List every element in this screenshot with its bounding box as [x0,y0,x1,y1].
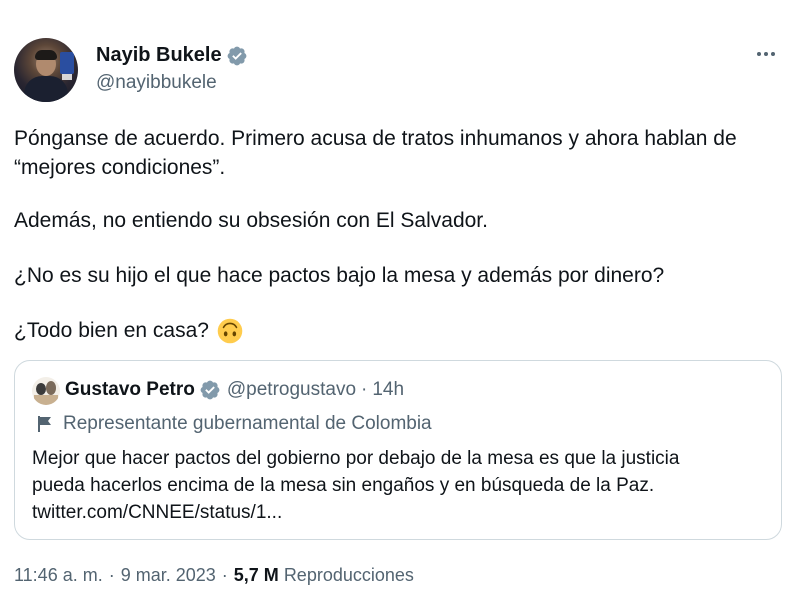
verified-badge-icon [227,46,247,65]
quoted-tweet-header: Gustavo Petro @petrogustavo · 14h [65,379,404,401]
tweet-text-paragraph-4: ¿Todo bien en casa? [14,319,209,342]
quoted-text-line: Mejor que hacer pactos del gobierno por … [32,448,680,469]
tweet-text-paragraph-4-row: ¿Todo bien en casa? [14,316,243,345]
more-horizontal-icon[interactable] [754,42,778,66]
government-affiliation-text: Representante gubernamental de Colombia [63,413,432,434]
quoted-text-line: pueda hacerlos encima de la mesa sin eng… [32,475,655,496]
tweet-time[interactable]: 11:46 a. m. [14,565,103,586]
separator-dot: · [221,565,228,585]
author-avatar[interactable] [14,38,78,102]
upside-down-face-emoji-icon [217,318,243,343]
flag-icon [38,416,51,432]
tweet-text-paragraph-1: Pónganse de acuerdo. Primero acusa de tr… [14,127,737,179]
quoted-tweet-text: Mejor que hacer pactos del gobierno por … [32,445,772,526]
views-label: Reproducciones [283,565,414,585]
quoted-tweet-time[interactable]: 14h [372,379,404,401]
quoted-author-display-name[interactable]: Gustavo Petro [65,379,195,401]
quoted-author-avatar[interactable] [32,377,60,405]
author-name-row: Nayib Bukele [96,44,248,67]
quoted-link[interactable]: twitter.com/CNNEE/status/1... [32,499,772,526]
tweet-footer: 11:46 a. m. · 9 mar. 2023 · 5,7 M Reprod… [14,565,414,586]
author-display-name[interactable]: Nayib Bukele [96,44,222,67]
tweet-text-paragraph-2: Además, no entiendo su obsesión con El S… [14,209,488,232]
separator-dot: · [108,565,115,585]
separator-dot: · [361,379,368,400]
quoted-tweet[interactable]: Gustavo Petro @petrogustavo · 14h Repres… [14,360,782,540]
verified-badge-icon [200,380,220,400]
views-count[interactable]: 5,7 M [234,565,279,586]
author-handle[interactable]: @nayibbukele [96,72,217,94]
tweet-date[interactable]: 9 mar. 2023 [121,565,216,586]
quoted-author-handle[interactable]: @petrogustavo [227,379,356,401]
tweet-text-paragraph-3: ¿No es su hijo el que hace pactos bajo l… [14,264,665,287]
tweet: Nayib Bukele @nayibbukele Pónganse de ac… [0,0,802,600]
government-affiliation-label: Representante gubernamental de Colombia [37,413,432,435]
